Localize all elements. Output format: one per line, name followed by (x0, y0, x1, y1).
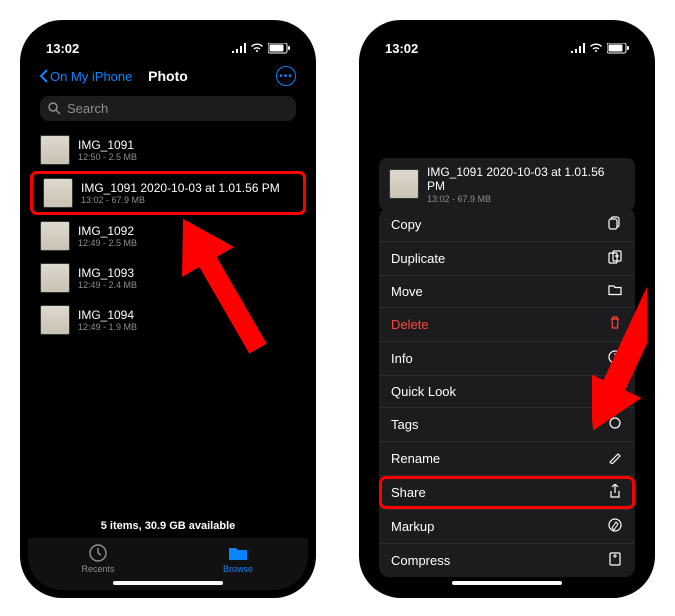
file-meta: 13:02 - 67.9 MB (81, 195, 280, 205)
file-name: IMG_1091 (78, 138, 137, 152)
file-meta: 13:02 - 67.9 MB (427, 194, 625, 204)
file-name: IMG_1093 (78, 266, 137, 280)
file-thumbnail (40, 221, 70, 251)
menu-label: Move (391, 284, 423, 299)
wifi-icon (589, 43, 603, 53)
menu-share-highlighted[interactable]: Share (379, 476, 635, 510)
status-icons (232, 43, 290, 54)
menu-info[interactable]: Info (379, 342, 635, 376)
home-indicator[interactable] (452, 581, 562, 585)
tag-icon (607, 416, 623, 433)
menu-label: Compress (391, 553, 450, 568)
duplicate-icon (607, 250, 623, 267)
menu-tags[interactable]: Tags (379, 408, 635, 442)
battery-icon (607, 43, 629, 54)
eye-icon (607, 384, 623, 399)
menu-label: Duplicate (391, 251, 445, 266)
search-icon (48, 102, 61, 115)
file-thumbnail (40, 135, 70, 165)
menu-move[interactable]: Move (379, 276, 635, 308)
wifi-icon (250, 43, 264, 53)
tab-recents[interactable]: Recents (68, 544, 128, 574)
file-row[interactable]: IMG_1094 12:49 - 1.9 MB (28, 299, 308, 341)
menu-delete[interactable]: Delete (379, 308, 635, 342)
file-thumbnail (389, 169, 419, 199)
back-label: On My iPhone (50, 69, 132, 84)
file-name: IMG_1091 2020-10-03 at 1.01.56 PM (427, 165, 625, 194)
chevron-left-icon (40, 69, 48, 83)
menu-label: Copy (391, 217, 421, 232)
context-menu: Copy Duplicate Move Delete Info (379, 208, 635, 577)
tab-browse[interactable]: Browse (208, 544, 268, 574)
tab-label: Recents (81, 564, 114, 574)
file-list: IMG_1091 12:50 - 2.5 MB IMG_1091 2020-10… (28, 129, 308, 341)
menu-label: Info (391, 351, 413, 366)
menu-label: Delete (391, 317, 429, 332)
info-icon (607, 350, 623, 367)
search-placeholder: Search (67, 101, 108, 116)
menu-label: Quick Look (391, 384, 456, 399)
file-meta: 12:49 - 2.4 MB (78, 280, 137, 290)
file-row-highlighted[interactable]: IMG_1091 2020-10-03 at 1.01.56 PM 13:02 … (30, 171, 306, 215)
status-time: 13:02 (385, 41, 418, 56)
file-row[interactable]: IMG_1091 12:50 - 2.5 MB (28, 129, 308, 171)
folder-icon (227, 544, 249, 562)
phone-left: 13:02 On My iPhone Photo ••• Search IMG_… (28, 28, 308, 590)
footer-info: 5 items, 30.9 GB available (28, 514, 308, 538)
tab-label: Browse (223, 564, 253, 574)
menu-copy[interactable]: Copy (379, 208, 635, 242)
menu-label: Share (391, 485, 426, 500)
file-thumbnail (43, 178, 73, 208)
menu-label: Rename (391, 451, 440, 466)
more-icon: ••• (279, 71, 293, 82)
file-thumbnail (40, 263, 70, 293)
file-meta: 12:50 - 2.5 MB (78, 152, 137, 162)
folder-icon (607, 284, 623, 299)
page-title: Photo (148, 68, 188, 84)
context-preview[interactable]: IMG_1091 2020-10-03 at 1.01.56 PM 13:02 … (379, 158, 635, 211)
menu-compress[interactable]: Compress (379, 544, 635, 577)
file-row[interactable]: IMG_1093 12:49 - 2.4 MB (28, 257, 308, 299)
file-name: IMG_1094 (78, 308, 137, 322)
home-indicator[interactable] (113, 581, 223, 585)
file-meta: 12:49 - 2.5 MB (78, 238, 137, 248)
file-name: IMG_1092 (78, 224, 137, 238)
status-time: 13:02 (46, 41, 79, 56)
file-meta: 12:49 - 1.9 MB (78, 322, 137, 332)
compress-icon (607, 552, 623, 569)
status-icons (571, 43, 629, 54)
trash-icon (607, 316, 623, 333)
back-button[interactable]: On My iPhone (40, 69, 132, 84)
signal-icon (571, 43, 585, 53)
menu-duplicate[interactable]: Duplicate (379, 242, 635, 276)
menu-rename[interactable]: Rename (379, 442, 635, 476)
status-bar: 13:02 (367, 28, 647, 62)
pencil-icon (607, 450, 623, 467)
menu-quicklook[interactable]: Quick Look (379, 376, 635, 408)
share-icon (607, 484, 623, 501)
footer: 5 items, 30.9 GB available Recents Brows… (28, 514, 308, 590)
menu-markup[interactable]: Markup (379, 510, 635, 544)
clock-icon (87, 544, 109, 562)
battery-icon (268, 43, 290, 54)
file-row[interactable]: IMG_1092 12:49 - 2.5 MB (28, 215, 308, 257)
markup-icon (607, 518, 623, 535)
signal-icon (232, 43, 246, 53)
phone-right: 13:02 IMG_1091 2020-10-03 at 1.01.56 PM … (367, 28, 647, 590)
file-name: IMG_1091 2020-10-03 at 1.01.56 PM (81, 181, 280, 195)
search-field[interactable]: Search (40, 96, 296, 121)
menu-label: Tags (391, 417, 418, 432)
menu-label: Markup (391, 519, 434, 534)
file-thumbnail (40, 305, 70, 335)
notch (108, 28, 228, 50)
nav-bar: On My iPhone Photo ••• (28, 62, 308, 92)
copy-icon (607, 216, 623, 233)
more-button[interactable]: ••• (276, 66, 296, 86)
